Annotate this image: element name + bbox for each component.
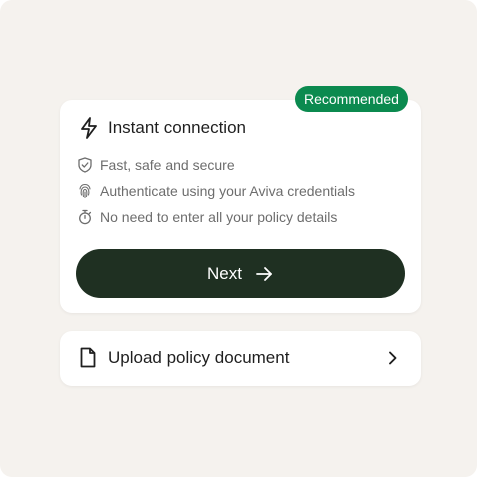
fingerprint-icon [78,183,92,199]
arrow-right-icon [254,264,274,284]
document-icon [80,347,96,368]
instant-connection-title: Instant connection [108,118,246,137]
next-button[interactable]: Next [76,249,405,298]
feature-item: No need to enter all your policy details [78,207,337,227]
feature-text: Authenticate using your Aviva credential… [100,183,356,199]
shield-check-icon [78,157,92,173]
upload-policy-document-label: Upload policy document [108,348,290,367]
feature-item: Authenticate using your Aviva credential… [78,181,355,201]
feature-text: No need to enter all your policy details [100,209,338,225]
instant-connection-header: Instant connection [78,114,246,142]
feature-text: Fast, safe and secure [100,157,235,173]
stopwatch-icon [78,209,92,225]
recommended-badge: Recommended [295,86,408,112]
next-button-label: Next [207,263,242,283]
chevron-right-icon [386,350,398,366]
lightning-icon [78,116,100,140]
feature-item: Fast, safe and secure [78,155,235,175]
